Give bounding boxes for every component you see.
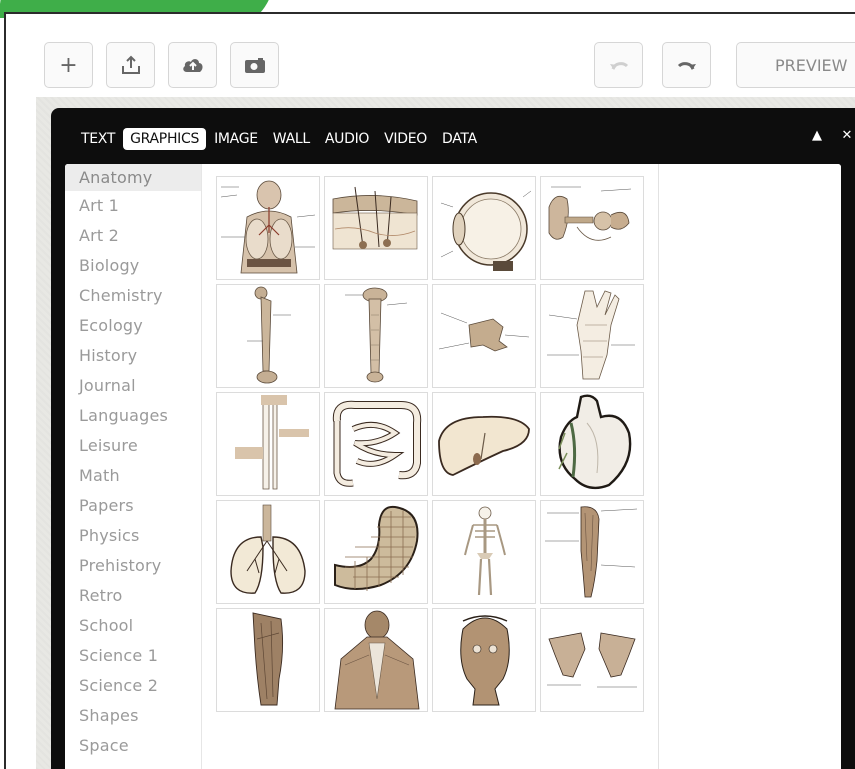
category-item-biology[interactable]: Biology — [65, 251, 201, 281]
media-panel: TEXT GRAPHICS IMAGE WALL AUDIO VIDEO DAT… — [51, 108, 855, 769]
graphic-tile[interactable] — [540, 176, 644, 280]
tab-text[interactable]: TEXT — [74, 128, 122, 150]
category-item-prehistory[interactable]: Prehistory — [65, 551, 201, 581]
heart-icon — [558, 394, 632, 490]
graphic-tile[interactable] — [432, 500, 536, 604]
category-list: Anatomy Art 1 Art 2 Biology Chemistry Ec… — [65, 164, 202, 769]
graphic-tile[interactable] — [540, 608, 644, 712]
tab-video[interactable]: VIDEO — [377, 128, 434, 150]
head-muscles-icon — [460, 615, 510, 706]
toolbar: + PREVIEW — [6, 14, 855, 98]
category-item-art-1[interactable]: Art 1 — [65, 191, 201, 221]
category-item-ecology[interactable]: Ecology — [65, 311, 201, 341]
graphic-tile[interactable] — [324, 392, 428, 496]
foot-bones-icon — [547, 290, 635, 380]
tab-audio[interactable]: AUDIO — [318, 128, 376, 150]
redo-button[interactable] — [662, 42, 711, 88]
undo-icon — [609, 62, 628, 70]
tab-data[interactable]: DATA — [435, 128, 484, 150]
graphics-grid-area — [202, 164, 659, 769]
camera-icon — [244, 58, 265, 73]
panel-content: Anatomy Art 1 Art 2 Biology Chemistry Ec… — [65, 164, 841, 769]
back-muscles-icon — [334, 610, 420, 710]
femur-bone-icon — [247, 286, 291, 384]
graphic-tile[interactable] — [216, 284, 320, 388]
graphic-tile[interactable] — [324, 500, 428, 604]
graphic-tile[interactable] — [216, 500, 320, 604]
graphic-tile[interactable] — [216, 392, 320, 496]
respiratory-system-icon — [220, 180, 316, 274]
upload-icon — [121, 55, 140, 74]
plus-icon: + — [59, 52, 78, 78]
media-tabs: TEXT GRAPHICS IMAGE WALL AUDIO VIDEO DAT… — [74, 128, 485, 150]
category-item-shapes[interactable]: Shapes — [65, 701, 201, 731]
ear-cross-section-icon — [548, 186, 632, 241]
close-icon[interactable]: ✕ — [839, 128, 855, 143]
skin-cross-section-icon — [332, 186, 418, 250]
add-button[interactable]: + — [44, 42, 93, 88]
graphic-tile[interactable] — [432, 176, 536, 280]
undo-button[interactable] — [594, 42, 643, 88]
stomach-icon — [334, 505, 419, 591]
skeleton-icon — [464, 506, 506, 596]
category-item-chemistry[interactable]: Chemistry — [65, 281, 201, 311]
category-item-physics[interactable]: Physics — [65, 521, 201, 551]
tab-graphics[interactable]: GRAPHICS — [123, 128, 207, 150]
camera-button[interactable] — [230, 42, 279, 88]
graphic-tile[interactable] — [324, 608, 428, 712]
graphic-tile[interactable] — [216, 176, 320, 280]
category-item-school[interactable]: School — [65, 611, 201, 641]
tab-wall[interactable]: WALL — [266, 128, 317, 150]
preview-button[interactable]: PREVIEW — [736, 42, 855, 88]
redo-icon — [677, 62, 696, 70]
graphic-tile[interactable] — [432, 284, 536, 388]
panel-controls: ▲ ✕ — [809, 128, 855, 143]
graphic-tile[interactable] — [540, 500, 644, 604]
category-item-languages[interactable]: Languages — [65, 401, 201, 431]
lungs-icon — [230, 504, 306, 594]
collapse-triangle-icon[interactable]: ▲ — [809, 128, 825, 143]
graphic-tile[interactable] — [216, 608, 320, 712]
tibia-bone-icon — [345, 287, 408, 383]
cloud-upload-icon — [182, 59, 203, 72]
category-item-math[interactable]: Math — [65, 461, 201, 491]
graphic-tile[interactable] — [324, 176, 428, 280]
graphic-tile[interactable] — [540, 392, 644, 496]
graphic-tile[interactable] — [432, 392, 536, 496]
category-item-space[interactable]: Space — [65, 731, 201, 761]
leg-bones-icon — [235, 395, 309, 490]
shoulder-blades-icon — [547, 632, 637, 688]
graphic-tile[interactable] — [540, 284, 644, 388]
category-item-history[interactable]: History — [65, 341, 201, 371]
preview-pane — [659, 164, 841, 769]
forearm-muscles-icon — [252, 612, 284, 706]
intestines-icon — [332, 400, 422, 487]
upload-button[interactable] — [106, 42, 155, 88]
category-item-journal[interactable]: Journal — [65, 371, 201, 401]
category-item-science-2[interactable]: Science 2 — [65, 671, 201, 701]
category-item-art-2[interactable]: Art 2 — [65, 221, 201, 251]
cloud-upload-button[interactable] — [168, 42, 217, 88]
category-item-anatomy[interactable]: Anatomy — [65, 164, 201, 191]
graphic-tile[interactable] — [432, 608, 536, 712]
category-item-retro[interactable]: Retro — [65, 581, 201, 611]
vertebra-icon — [438, 312, 530, 352]
leg-muscles-icon — [545, 506, 638, 598]
category-item-leisure[interactable]: Leisure — [65, 431, 201, 461]
window-border-left — [4, 12, 6, 769]
eye-cross-section-icon — [440, 190, 532, 271]
tab-image[interactable]: IMAGE — [207, 128, 265, 150]
category-item-papers[interactable]: Papers — [65, 491, 201, 521]
liver-icon — [438, 415, 530, 476]
category-item-science-1[interactable]: Science 1 — [65, 641, 201, 671]
graphic-tile[interactable] — [324, 284, 428, 388]
